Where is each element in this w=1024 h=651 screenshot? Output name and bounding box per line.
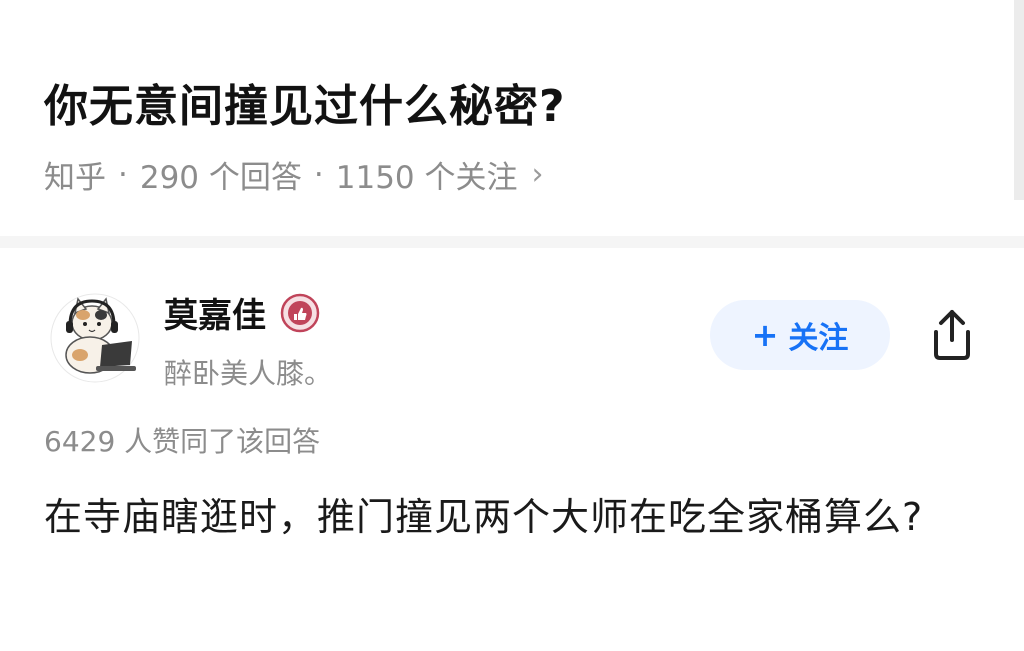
follow-label: 关注 xyxy=(788,321,849,356)
chevron-right-icon: › xyxy=(531,157,544,192)
author-bio: 醉卧美人膝。 xyxy=(164,357,333,390)
follow-button[interactable]: + 关注 xyxy=(710,300,890,370)
author-name-text: 莫嘉佳 xyxy=(164,296,266,336)
badge-icon xyxy=(280,293,320,333)
answer-body[interactable]: 在寺庙瞎逛时，推门撞见两个大师在吃全家桶算么? xyxy=(44,484,984,550)
answer-card: 莫嘉佳 醉卧美人膝。 + 关注 6429 人赞同了该回答 在寺庙瞎逛时，推门撞见… xyxy=(0,248,1024,651)
source-label: 知乎 xyxy=(44,160,106,196)
section-divider xyxy=(0,236,1024,248)
upvote-count: 6429 人赞同了该回答 xyxy=(44,425,321,458)
meta-separator: · xyxy=(118,156,128,193)
question-title[interactable]: 你无意间撞见过什么秘密? xyxy=(44,70,566,134)
share-icon[interactable] xyxy=(926,306,978,362)
author-name[interactable]: 莫嘉佳 xyxy=(164,288,320,337)
question-meta[interactable]: 知乎 · 290 个回答 · 1150 个关注 › xyxy=(44,152,544,197)
meta-separator: · xyxy=(313,156,324,193)
question-header: 你无意间撞见过什么秘密? 知乎 · 290 个回答 · 1150 个关注 › xyxy=(0,0,1024,236)
cat-with-laptop-avatar-icon xyxy=(50,293,140,383)
followers-count: 1150 个关注 xyxy=(335,160,518,196)
scrollbar[interactable] xyxy=(1014,0,1024,200)
plus-icon: + xyxy=(751,316,779,354)
answers-count: 290 个回答 xyxy=(139,160,302,196)
avatar[interactable] xyxy=(50,293,140,383)
